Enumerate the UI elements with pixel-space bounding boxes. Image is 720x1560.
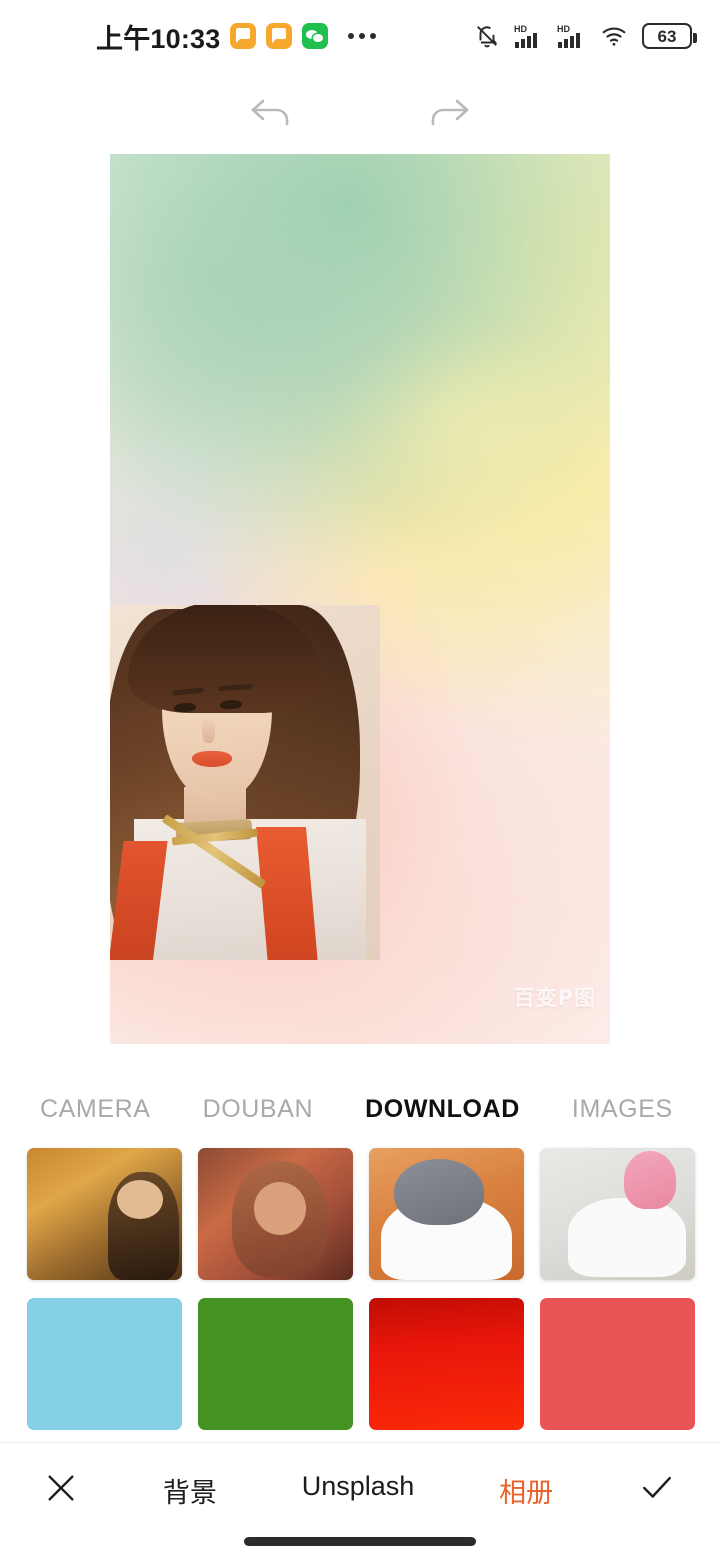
editor-canvas[interactable]: 百变P图 xyxy=(110,154,610,1044)
thumbnail-woman-laughing[interactable] xyxy=(198,1148,353,1280)
swatch-red[interactable] xyxy=(369,1298,524,1430)
redo-arrow-icon xyxy=(421,91,473,136)
unsplash-tab-button[interactable]: Unsplash xyxy=(302,1471,415,1502)
wechat-notification-icon xyxy=(302,23,329,49)
hd-signal-icon: HD xyxy=(513,23,543,49)
message-notification-icon xyxy=(266,23,293,49)
close-button[interactable] xyxy=(44,1471,78,1512)
more-notifications-icon xyxy=(348,33,377,39)
close-icon xyxy=(44,1471,78,1512)
thumbnail-cat-gray[interactable] xyxy=(369,1148,524,1280)
app-watermark: 百变P图 xyxy=(513,986,596,1010)
tab-images[interactable]: IMAGES xyxy=(546,1095,699,1124)
status-bar-left: 上午10:33 xyxy=(96,17,377,56)
folder-tab-bar[interactable]: CAMERA DOUBAN DOWNLOAD IMAGES IMG_CACHE xyxy=(0,1078,720,1140)
swatch-green[interactable] xyxy=(198,1298,353,1430)
svg-text:HD: HD xyxy=(514,24,527,34)
photo-editor-screen: 上午10:33 HD HD 63 百变P图 CAMERA DOUBAN DOWN… xyxy=(0,0,720,1560)
confirm-button[interactable] xyxy=(638,1471,676,1512)
redo-button[interactable] xyxy=(415,86,479,140)
gallery-grid xyxy=(0,1148,720,1448)
undo-arrow-icon xyxy=(247,91,299,136)
tab-camera[interactable]: CAMERA xyxy=(14,1095,177,1124)
background-tab-button[interactable]: 背景 xyxy=(163,1471,217,1510)
album-tab-button[interactable]: 相册 xyxy=(499,1471,553,1510)
status-bar-right: HD HD 63 xyxy=(474,23,697,49)
undo-button[interactable] xyxy=(241,86,305,140)
battery-level-label: 63 xyxy=(657,26,677,46)
portrait-image xyxy=(110,605,380,960)
tab-img-cache[interactable]: IMG_CACHE xyxy=(699,1095,720,1124)
home-indicator xyxy=(244,1537,476,1546)
thumbnail-cat-bunny-ears[interactable] xyxy=(540,1148,695,1280)
wifi-icon xyxy=(599,23,629,49)
edit-toolbar xyxy=(0,72,720,154)
status-bar: 上午10:33 HD HD 63 xyxy=(0,0,720,72)
tab-download[interactable]: DOWNLOAD xyxy=(339,1095,546,1124)
tab-douban[interactable]: DOUBAN xyxy=(177,1095,340,1124)
hd-signal-icon: HD xyxy=(556,23,586,49)
battery-indicator: 63 xyxy=(642,23,697,49)
swatch-light-blue[interactable] xyxy=(27,1298,182,1430)
swatch-salmon[interactable] xyxy=(540,1298,695,1430)
message-notification-icon xyxy=(230,23,257,49)
svg-text:HD: HD xyxy=(557,24,570,34)
status-bar-clock: 上午10:33 xyxy=(96,23,221,54)
thumbnail-girl-golden[interactable] xyxy=(27,1148,182,1280)
placed-photo-layer[interactable] xyxy=(110,605,380,960)
check-icon xyxy=(638,1471,676,1512)
bell-muted-icon xyxy=(474,23,500,49)
